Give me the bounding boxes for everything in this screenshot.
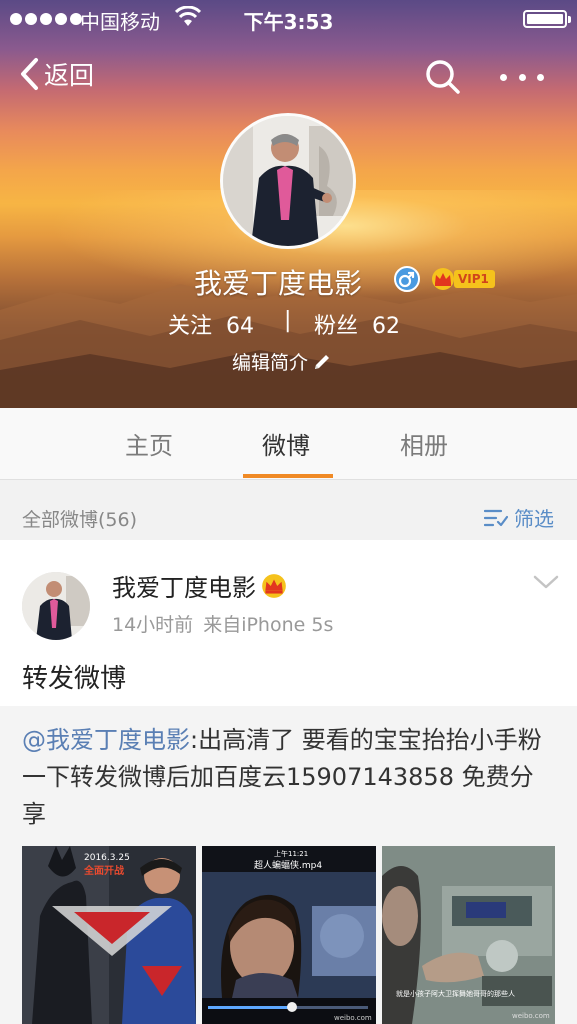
edit-intro-label: 编辑简介 — [232, 352, 309, 374]
post-time: 14小时前 — [112, 614, 194, 636]
stat-separator: | — [284, 308, 292, 333]
tab-weibo[interactable]: 微博 — [262, 426, 310, 461]
retweeted-post[interactable]: @我爱丁度电影:出高清了 要看的宝宝抬抬小手粉一下转发微博后加百度云159071… — [0, 706, 577, 1024]
post-meta: 14小时前 来自iPhone 5s — [112, 610, 333, 637]
filter-icon — [484, 509, 508, 526]
thumbnail-image: 2016.3.25 全面开战 — [22, 846, 196, 1024]
retweet-mention-link[interactable]: @我爱丁度电影 — [22, 726, 190, 754]
tab-home[interactable]: 主页 — [125, 426, 173, 461]
svg-text:超人蝙蝠侠.mp4: 超人蝙蝠侠.mp4 — [254, 859, 322, 871]
profile-name-row: 我爱丁度电影 VIP1 — [0, 258, 577, 302]
filter-bar: 全部微博(56) 筛选 — [0, 481, 577, 539]
thumbnail-video-mp4[interactable]: 上午11:21 超人蝙蝠侠.mp4 weibo.com — [202, 846, 376, 1024]
retweet-text: @我爱丁度电影:出高清了 要看的宝宝抬抬小手粉一下转发微博后加百度云159071… — [22, 722, 557, 833]
post-text: 转发微博 — [22, 664, 127, 694]
male-icon — [394, 266, 420, 292]
svg-text:上午11:21: 上午11:21 — [274, 849, 308, 858]
weibo-post-card[interactable]: 我爱丁度电影 14小时前 来自iPhone 5s 转发微博 @我爱丁度电影:出高清… — [0, 540, 577, 1024]
active-tab-indicator — [243, 474, 333, 478]
following-stat[interactable]: 关注 64 — [168, 308, 254, 340]
filter-button[interactable]: 筛选 — [484, 503, 554, 532]
tab-album[interactable]: 相册 — [400, 426, 448, 461]
fans-count: 62 — [372, 314, 401, 339]
post-source: 来自iPhone 5s — [203, 614, 334, 636]
thumbnail-movie-scene[interactable]: 就是小孩子阿大卫挥舞她哥哥的那些人 weibo.com — [382, 846, 555, 1024]
more-dots-icon[interactable] — [500, 58, 544, 96]
back-button[interactable]: 返回 — [18, 56, 94, 92]
weibo-count-label: 全部微博(56) — [22, 509, 138, 531]
thumbnail-image: 就是小孩子阿大卫挥舞她哥哥的那些人 weibo.com — [382, 846, 555, 1024]
avatar-photo — [223, 116, 353, 246]
svg-text:2016.3.25: 2016.3.25 — [84, 853, 130, 863]
avatar-photo — [22, 572, 90, 640]
profile-tabs: 主页 微博 相册 — [0, 408, 577, 480]
pencil-icon — [315, 354, 330, 369]
edit-intro-button[interactable]: 编辑简介 — [232, 348, 332, 375]
thumbnail-batman-superman[interactable]: 2016.3.25 全面开战 — [22, 846, 196, 1024]
vip-badge[interactable]: VIP1 — [430, 266, 495, 292]
chevron-down-icon[interactable] — [532, 572, 560, 592]
search-icon[interactable] — [424, 58, 462, 96]
crown-icon — [262, 573, 286, 598]
battery-icon — [523, 10, 571, 28]
profile-avatar[interactable] — [220, 113, 356, 249]
svg-text:weibo.com: weibo.com — [334, 1014, 372, 1022]
profile-stats: 关注 64 | 粉丝 62 — [0, 306, 577, 340]
following-label: 关注 — [168, 314, 213, 339]
post-author-avatar[interactable] — [22, 572, 90, 640]
post-author[interactable]: 我爱丁度电影 — [112, 568, 288, 603]
profile-name: 我爱丁度电影 — [194, 267, 363, 300]
thumbnail-image: 上午11:21 超人蝙蝠侠.mp4 weibo.com — [202, 846, 376, 1024]
post-author-name: 我爱丁度电影 — [112, 574, 256, 602]
fans-label: 粉丝 — [314, 314, 359, 339]
back-label: 返回 — [44, 61, 95, 90]
svg-text:全面开战: 全面开战 — [83, 864, 124, 877]
vip-label: VIP1 — [454, 270, 495, 288]
fans-stat[interactable]: 粉丝 62 — [314, 308, 400, 340]
status-bar: 中国移动 下午3:53 — [0, 0, 577, 40]
svg-text:weibo.com: weibo.com — [512, 1012, 550, 1020]
following-count: 64 — [226, 314, 255, 339]
svg-text:就是小孩子阿大卫挥舞她哥哥的那些人: 就是小孩子阿大卫挥舞她哥哥的那些人 — [396, 989, 515, 998]
nav-bar: 返回 — [0, 50, 577, 100]
filter-label: 筛选 — [514, 507, 554, 531]
status-time: 下午3:53 — [243, 10, 334, 34]
profile-cover: 中国移动 下午3:53 返回 我爱丁度电影 VIP1 关注 64 | 粉丝 62… — [0, 0, 577, 408]
crown-icon — [432, 268, 454, 290]
chevron-left-icon — [21, 58, 38, 90]
